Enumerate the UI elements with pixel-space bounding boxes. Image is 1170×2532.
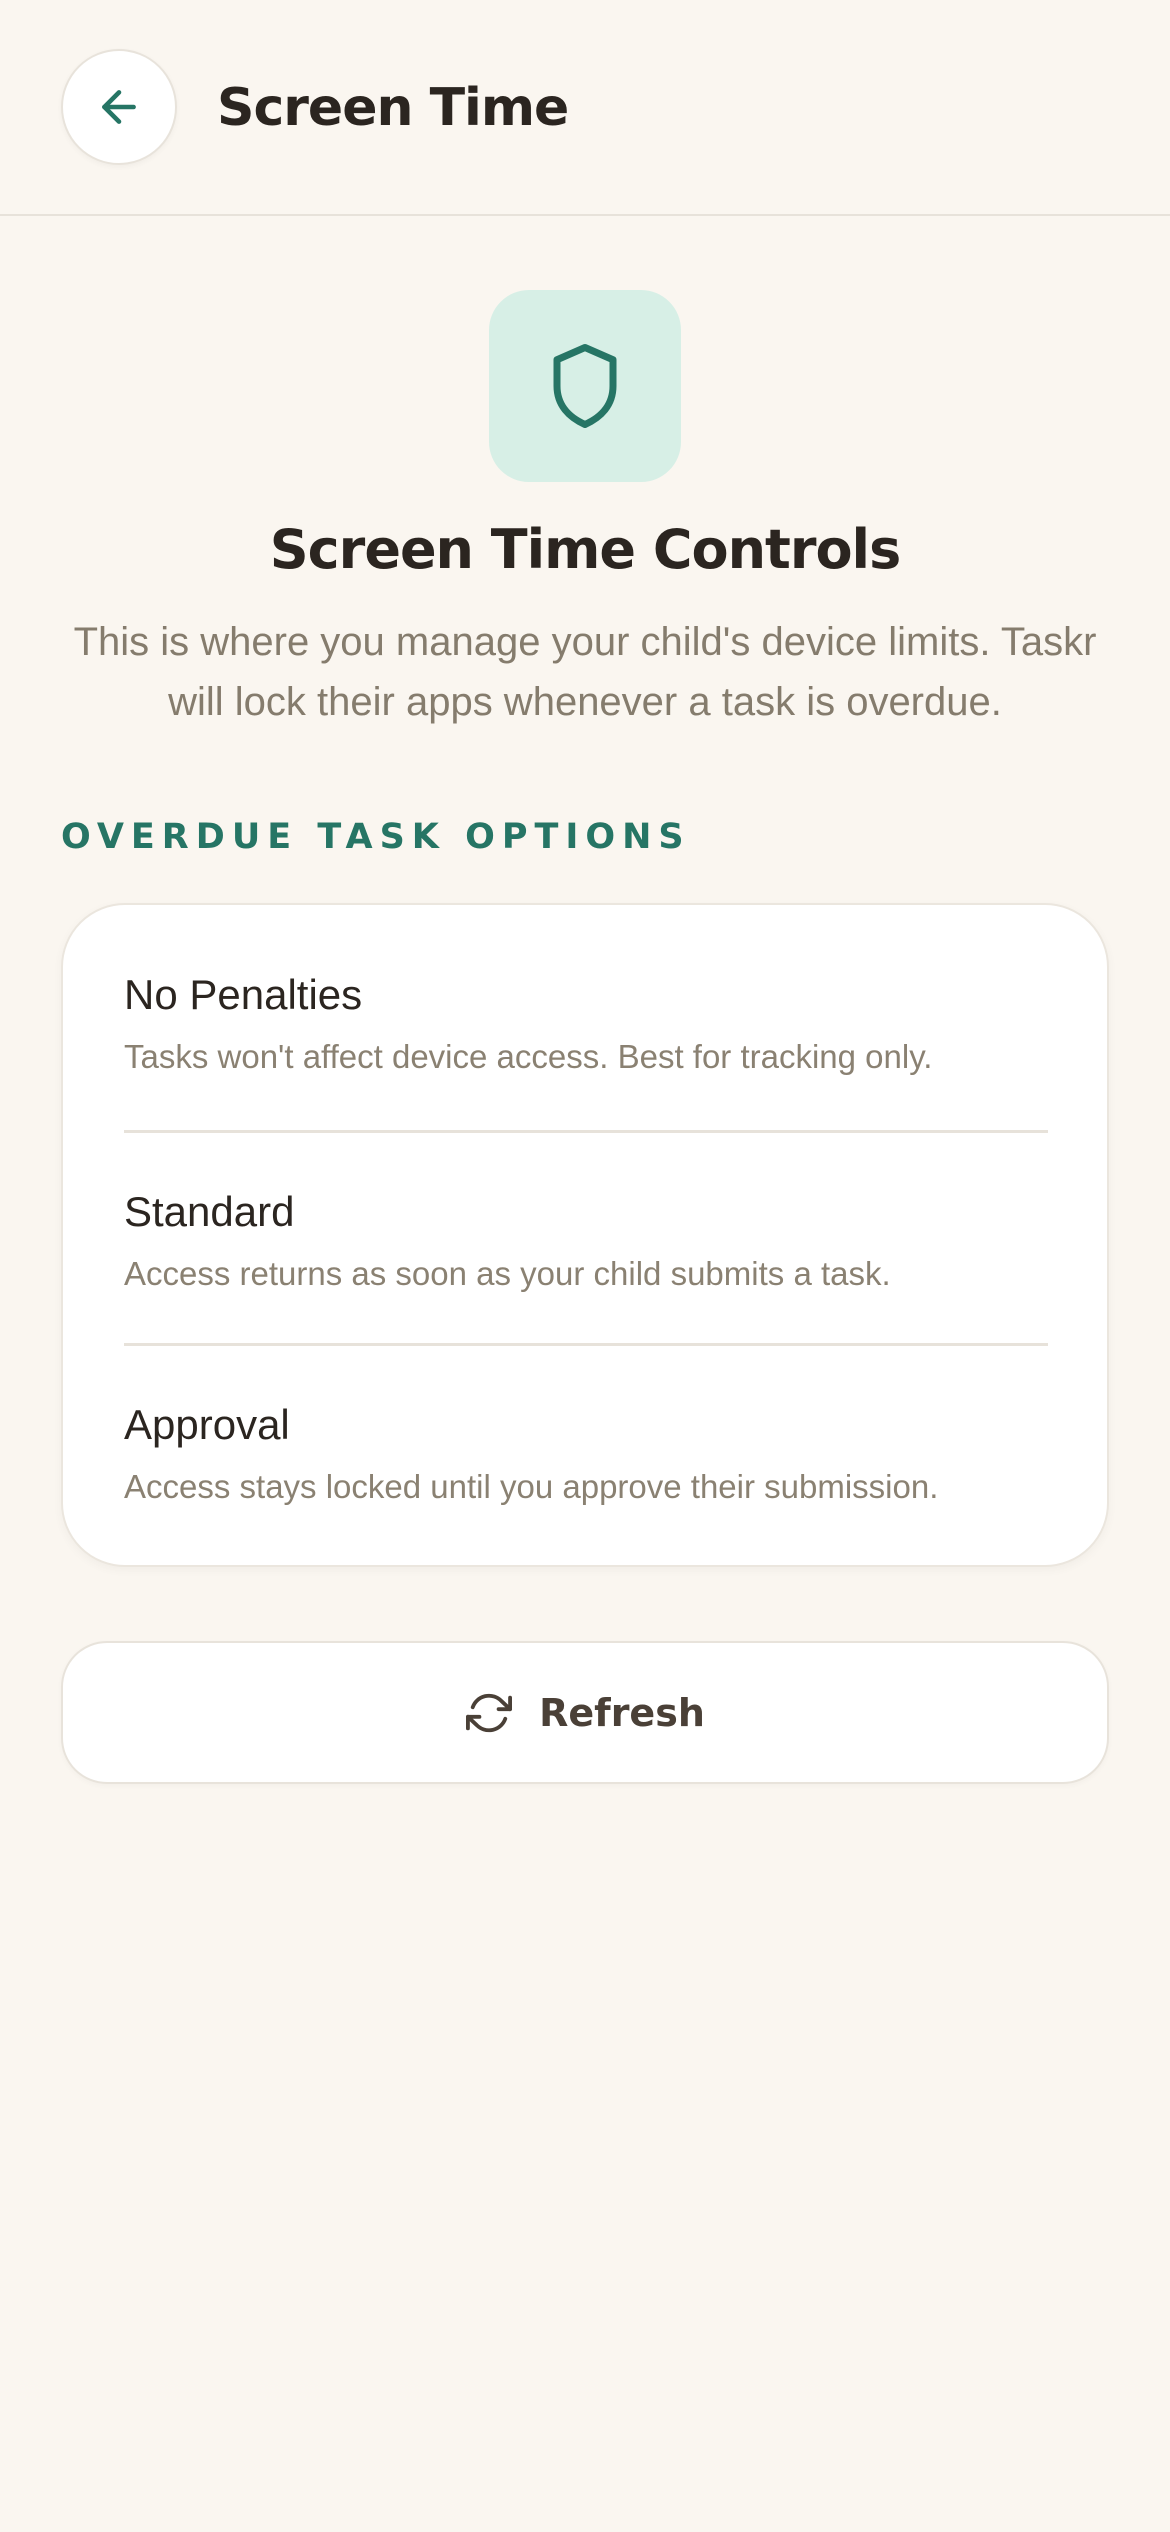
shield-icon: [553, 344, 617, 428]
option-description: Access returns as soon as your child sub…: [124, 1255, 891, 1292]
arrow-left-icon: [102, 90, 136, 124]
top-bar: Screen Time: [0, 0, 1170, 216]
option-description: Tasks won't affect device access. Best f…: [124, 1038, 933, 1075]
hero-title: Screen Time Controls: [269, 518, 901, 581]
refresh-button[interactable]: Refresh: [61, 1641, 1109, 1784]
section-label-overdue-task-options: OVERDUE TASK OPTIONS: [61, 817, 691, 857]
option-approval[interactable]: Approval Access stays locked until you a…: [63, 1331, 1107, 1543]
option-description: Access stays locked until you approve th…: [124, 1468, 939, 1505]
back-button[interactable]: [61, 49, 177, 165]
refresh-label: Refresh: [539, 1690, 705, 1735]
hero-description: This is where you manage your child's de…: [73, 620, 1097, 724]
page-title: Screen Time: [217, 78, 569, 138]
option-standard[interactable]: Standard Access returns as soon as your …: [63, 1118, 1107, 1330]
option-title: Standard: [124, 1188, 295, 1235]
option-no-penalties[interactable]: No Penalties Tasks won't affect device a…: [63, 905, 1107, 1117]
hero-icon-tile: [489, 290, 681, 482]
refresh-icon: [465, 1689, 513, 1737]
option-title: Approval: [124, 1401, 290, 1448]
option-title: No Penalties: [124, 971, 363, 1018]
overdue-options-card: No Penalties Tasks won't affect device a…: [61, 903, 1109, 1567]
